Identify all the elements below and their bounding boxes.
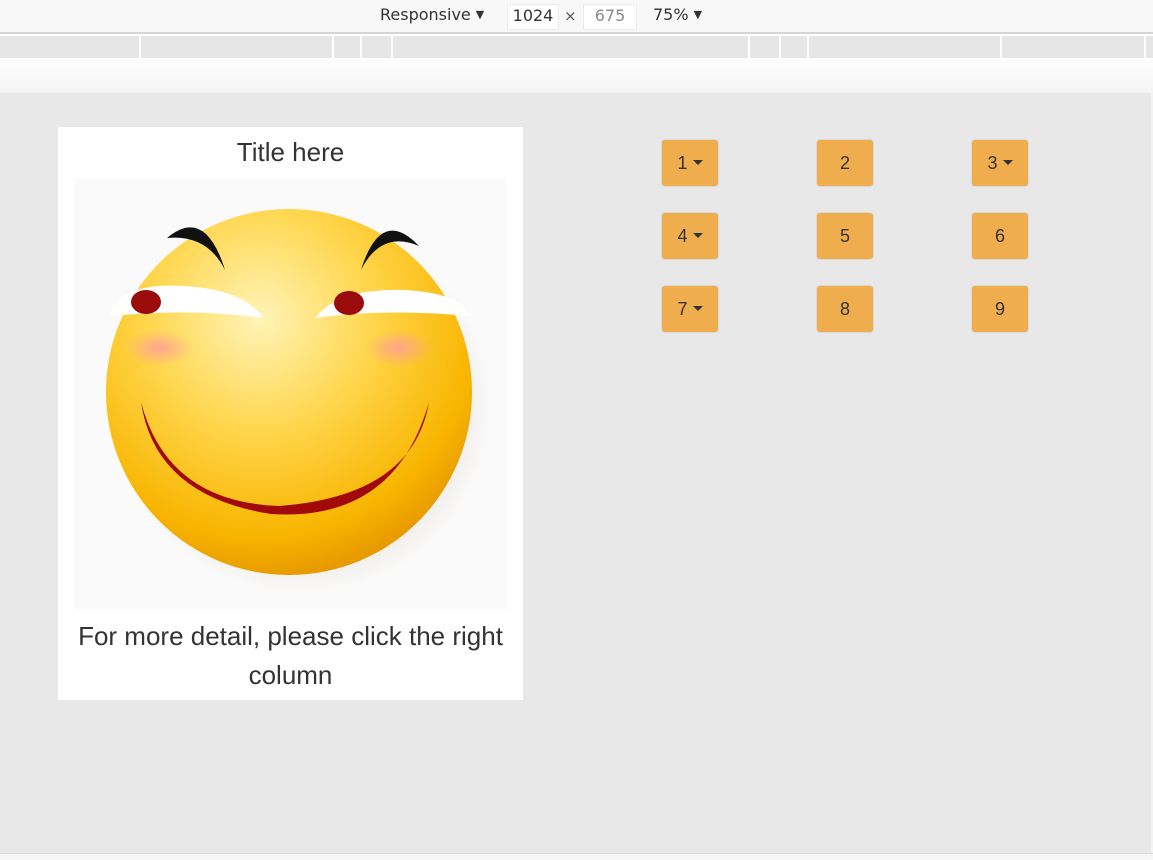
ruler-tick	[332, 36, 334, 58]
card-caption: For more detail, please click the right …	[78, 621, 503, 690]
dropdown-button-4[interactable]: 4	[661, 212, 719, 260]
device-mode-label: Responsive	[380, 5, 471, 24]
zoom-select[interactable]: 75% ▼	[653, 4, 702, 28]
dropdown-button-7[interactable]: 7	[661, 285, 719, 333]
button-label: 5	[839, 226, 850, 246]
dropdown-button-3[interactable]: 3	[971, 139, 1029, 187]
button-label: 9	[994, 299, 1005, 319]
smiley-face-icon	[75, 178, 507, 609]
ruler-tick	[1000, 36, 1002, 58]
dimension-separator: ×	[564, 7, 577, 25]
viewport-width-input[interactable]: 1024	[507, 4, 559, 30]
dropdown-button-1[interactable]: 1	[661, 139, 719, 187]
caret-down-icon	[692, 232, 703, 238]
caret-down-icon	[692, 159, 703, 165]
caret-down-icon	[1002, 159, 1013, 165]
button-label: 8	[839, 299, 850, 319]
zoom-label: 75%	[653, 5, 689, 24]
ruler-tick	[748, 36, 750, 58]
viewport-height-input[interactable]: 675	[583, 4, 637, 30]
caret-down-icon	[692, 305, 703, 311]
button-label: 4	[677, 226, 688, 246]
button-9[interactable]: 9	[971, 285, 1029, 333]
button-6[interactable]: 6	[971, 212, 1029, 260]
ruler-tick	[807, 36, 809, 58]
ruler-tick	[391, 36, 393, 58]
page-gap	[0, 58, 1153, 93]
ruler-tick	[1144, 36, 1146, 58]
button-label: 2	[839, 153, 850, 173]
caret-down-icon: ▼	[693, 8, 703, 21]
caret-down-icon: ▼	[475, 8, 485, 21]
media-query-ruler	[0, 36, 1153, 58]
ruler-tick	[139, 36, 141, 58]
device-viewport: Title here For more detail, please click…	[0, 93, 1153, 853]
button-label: 6	[994, 226, 1005, 246]
button-2[interactable]: 2	[816, 139, 874, 187]
button-label: 1	[677, 153, 688, 173]
content-card: Title here For more detail, please click…	[58, 127, 523, 700]
ruler-tick	[360, 36, 362, 58]
devtools-toolbar: Responsive ▼ 1024 × 675 75% ▼	[0, 0, 1153, 34]
button-label: 3	[987, 153, 998, 173]
button-8[interactable]: 8	[816, 285, 874, 333]
card-title: Title here	[236, 137, 345, 167]
button-label: 7	[677, 299, 688, 319]
button-5[interactable]: 5	[816, 212, 874, 260]
device-mode-select[interactable]: Responsive ▼	[380, 4, 484, 28]
ruler-tick	[779, 36, 781, 58]
